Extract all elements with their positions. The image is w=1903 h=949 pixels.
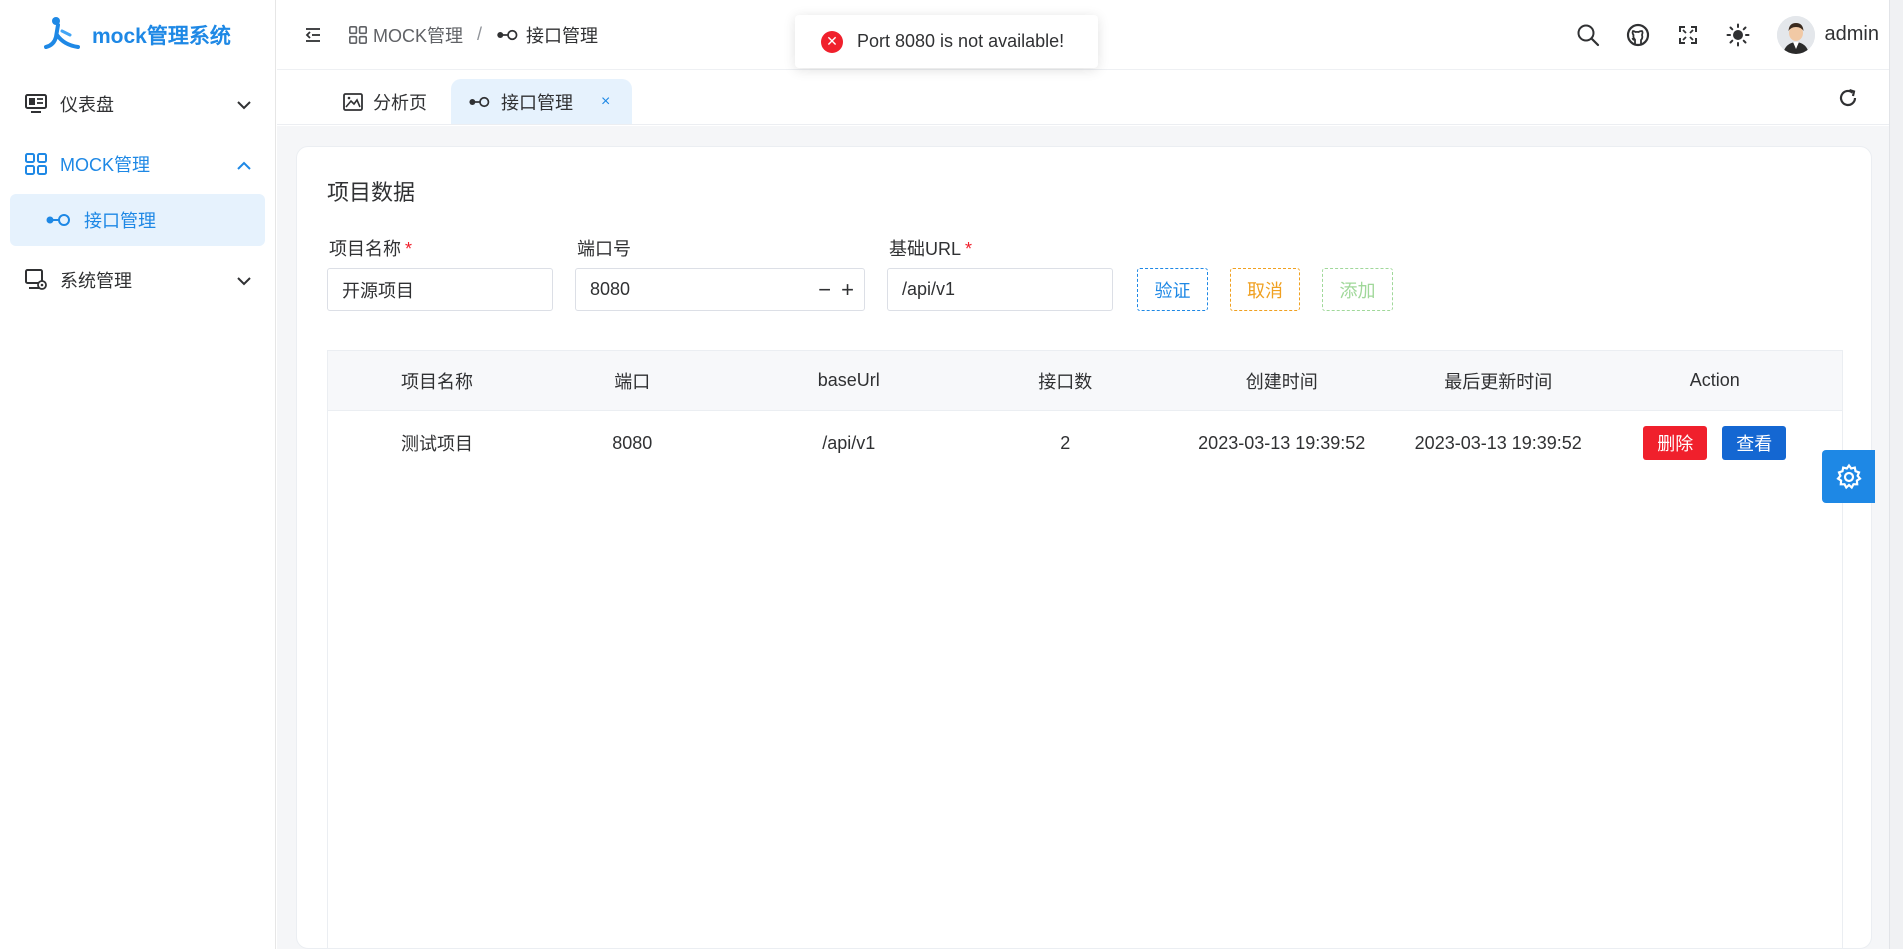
table-row: 测试项目 8080 /api/v1 2 2023-03-13 19:39:52 …	[328, 411, 1842, 475]
system-icon	[24, 268, 48, 292]
table-header: 项目名称 端口 baseUrl 接口数 创建时间 最后更新时间 Action	[328, 351, 1842, 411]
error-icon: ✕	[821, 30, 843, 53]
column-header: 接口数	[1038, 371, 1093, 392]
view-button[interactable]: 查看	[1722, 426, 1787, 460]
monitor-icon	[24, 92, 48, 116]
breadcrumb-separator: /	[477, 24, 483, 44]
label-text: 基础URL	[889, 239, 962, 259]
label-text: 项目名称	[329, 239, 401, 259]
menu-fold-icon	[305, 27, 320, 42]
logo-icon	[42, 15, 82, 56]
user-menu[interactable]: admin	[1776, 15, 1879, 54]
header-actions: admin	[1563, 10, 1903, 60]
interface-icon	[469, 96, 490, 107]
collapse-sidebar-button[interactable]	[291, 27, 337, 43]
column-header: Action	[1689, 370, 1740, 390]
fullscreen-icon	[1678, 25, 1697, 44]
cell-port: 8080	[612, 432, 653, 453]
breadcrumb-label: 接口管理	[526, 25, 599, 46]
interface-icon	[46, 213, 72, 227]
decrement-button[interactable]: −	[818, 277, 831, 303]
sidebar-subitem-label: 接口管理	[84, 211, 156, 231]
verify-button[interactable]: 验证	[1137, 268, 1208, 311]
theme-toggle-button[interactable]	[1713, 10, 1763, 60]
breadcrumb-label: MOCK管理	[373, 25, 463, 46]
breadcrumb-item-interface: 接口管理	[496, 22, 598, 48]
sun-icon	[1726, 23, 1750, 46]
input-value: 开源项目	[342, 280, 414, 301]
tab-interface[interactable]: 接口管理 ×	[451, 79, 633, 124]
required-mark: *	[965, 239, 973, 259]
sidebar-item-system[interactable]: 系统管理	[0, 250, 275, 310]
gear-icon	[1835, 463, 1862, 489]
project-card: 项目数据 项目名称 * 开源项目 端口号 8080 − + 基础URL * /api…	[296, 146, 1872, 949]
cell-interface-count: 2	[1060, 432, 1071, 453]
search-button[interactable]	[1563, 10, 1613, 60]
tabs-bar: 分析页 接口管理 ×	[277, 71, 1903, 125]
label-text: 端口号	[577, 239, 631, 259]
grid-icon	[24, 152, 48, 176]
image-icon	[343, 92, 363, 111]
input-value: 8080	[590, 279, 631, 299]
close-icon[interactable]: ×	[601, 93, 610, 111]
error-toast: ✕ Port 8080 is not available!	[795, 15, 1098, 68]
username: admin	[1824, 23, 1879, 45]
cell-actions: 删除 查看	[1607, 426, 1824, 460]
github-button[interactable]	[1613, 10, 1663, 60]
port-stepper[interactable]: 8080 − +	[575, 268, 865, 311]
port-label: 端口号	[577, 235, 631, 261]
app-title: mock管理系统	[92, 25, 231, 48]
delete-button[interactable]: 删除	[1643, 426, 1708, 460]
column-header: 创建时间	[1245, 371, 1318, 392]
column-header: 项目名称	[401, 371, 473, 392]
stepper-controls: − +	[818, 269, 854, 310]
column-header: 最后更新时间	[1444, 371, 1553, 392]
tab-label: 接口管理	[501, 92, 573, 113]
project-table: 项目名称 端口 baseUrl 接口数 创建时间 最后更新时间 Action 测…	[327, 350, 1843, 949]
chevron-down-icon	[237, 270, 251, 291]
search-icon	[1577, 24, 1599, 46]
sidebar-subitem-interface[interactable]: 接口管理	[10, 194, 265, 246]
sidebar-item-label: 系统管理	[60, 271, 132, 291]
breadcrumb: MOCK管理 / 接口管理	[349, 22, 598, 48]
refresh-icon	[1839, 88, 1857, 107]
cell-updated-time: 2023-03-13 19:39:52	[1414, 432, 1582, 453]
interface-icon	[497, 29, 518, 40]
sidebar-item-label: MOCK管理	[60, 155, 150, 175]
sidebar-item-mock[interactable]: MOCK管理	[0, 134, 275, 194]
add-button[interactable]: 添加	[1322, 268, 1393, 311]
base-url-label: 基础URL *	[889, 235, 972, 261]
column-header: 端口	[614, 371, 651, 392]
avatar	[1776, 15, 1815, 54]
github-icon	[1626, 23, 1649, 46]
toast-message: Port 8080 is not available!	[857, 31, 1065, 51]
project-name-input[interactable]: 开源项目	[327, 268, 553, 311]
grid-icon	[349, 25, 367, 44]
sidebar-item-dashboard[interactable]: 仪表盘	[0, 74, 275, 134]
refresh-button[interactable]	[1833, 83, 1863, 113]
column-header: baseUrl	[817, 370, 880, 390]
cell-base-url: /api/v1	[822, 432, 876, 453]
tab-analysis[interactable]: 分析页	[325, 79, 445, 124]
tab-label: 分析页	[373, 92, 427, 113]
base-url-input[interactable]: /api/v1	[887, 268, 1113, 311]
cell-created-time: 2023-03-13 19:39:52	[1198, 432, 1366, 453]
chevron-down-icon	[237, 94, 251, 115]
cell-project-name: 测试项目	[401, 434, 473, 454]
cancel-button[interactable]: 取消	[1230, 268, 1300, 311]
sidebar: mock管理系统 仪表盘 MOCK管理 接口管理 系统管理	[0, 0, 276, 949]
sidebar-item-label: 仪表盘	[60, 95, 114, 115]
window-scrollbar[interactable]	[1889, 0, 1903, 949]
chevron-up-icon	[237, 154, 251, 175]
fullscreen-button[interactable]	[1663, 10, 1713, 60]
increment-button[interactable]: +	[841, 277, 854, 303]
breadcrumb-item-mock[interactable]: MOCK管理	[349, 22, 463, 48]
required-mark: *	[405, 239, 413, 259]
settings-button[interactable]	[1822, 450, 1875, 503]
input-value: /api/v1	[902, 279, 956, 299]
logo[interactable]: mock管理系统	[0, 0, 275, 70]
project-name-label: 项目名称 *	[329, 235, 412, 261]
card-title: 项目数据	[327, 180, 416, 205]
